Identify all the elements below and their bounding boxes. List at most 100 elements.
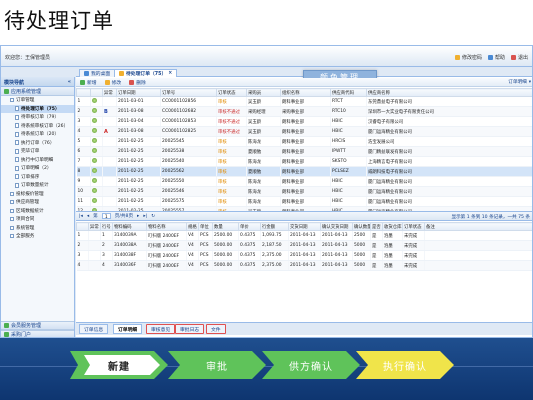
column-header[interactable]	[90, 88, 103, 97]
table-row[interactable]: 8 2011-02-25 20025562 审核 夏顺勉 朗科事业部 PCLSEZ 威朗科技电…	[76, 166, 532, 177]
tab-order-info[interactable]: 订单信息	[79, 324, 109, 334]
column-header[interactable]: 订单状态	[402, 222, 425, 231]
row-checkbox-cell[interactable]	[90, 166, 103, 177]
delete-button[interactable]: 删除	[129, 79, 146, 86]
table-row[interactable]: 2 B 2011-03-08 CC0001102682 审核不通过 采购经理 采购事业部 RT…	[76, 106, 532, 117]
sidebar-item[interactable]: 完毕订单	[1, 147, 74, 156]
column-header[interactable]: 确认数量	[352, 222, 371, 231]
table-row[interactable]: 2 2 3140038A 叮扫版 2400EF V4 PCS 5000.00 0.4375 2,…	[76, 240, 532, 251]
row-checkbox-cell[interactable]	[90, 136, 103, 147]
sidebar-item[interactable]: 订单数量统计	[1, 181, 74, 190]
column-header[interactable]: 数量	[212, 222, 239, 231]
row-checkbox-cell[interactable]	[90, 156, 103, 167]
row-checkbox-cell[interactable]	[90, 146, 103, 157]
sidebar-item[interactable]: 项目合同	[1, 215, 74, 224]
tab-order-lines[interactable]: 订单明细	[113, 324, 143, 334]
column-header[interactable]: 行金额	[260, 222, 289, 231]
column-header[interactable]: 物料编码	[112, 222, 147, 231]
refresh-icon[interactable]: ↻	[151, 214, 155, 219]
sidebar-item[interactable]: 待处理订单（75）	[1, 104, 74, 113]
table-row[interactable]: 9 2011-02-25 20025550 审核 陈海龙 朗科事业部 HBIC 厦门运海精业有…	[76, 176, 532, 187]
row-checkbox-cell[interactable]	[90, 196, 103, 207]
module-icon	[4, 332, 9, 337]
column-header[interactable]: 确认交货日期	[320, 222, 353, 231]
table-row[interactable]: 4 4 3140036F 叮扫版 2400EF V4 PCS 5000.00 0.4375 2,…	[76, 260, 532, 271]
table-cell: 泡墨	[382, 250, 403, 261]
close-icon[interactable]: ×	[168, 71, 172, 76]
row-checkbox-cell[interactable]	[90, 126, 103, 137]
row-checkbox-cell[interactable]	[90, 176, 103, 187]
sidebar-item[interactable]: 订单排序	[1, 173, 74, 182]
table-row[interactable]: 4 A 2011-03-08 CC0001102825 审核不通过 吴玉龄 朗科事业部 HBI…	[76, 126, 532, 137]
column-header[interactable]: 行号	[100, 222, 113, 231]
table-row[interactable]: 5 2011-02-25 20025545 审核 陈海龙 朗科事业部 HRCIS 浩宝发展公司	[76, 136, 532, 147]
pager-info: 显示第 1 条到 10 条记录，一共 75 条	[451, 215, 530, 220]
column-header[interactable]: 交货日期	[288, 222, 321, 231]
table-row[interactable]: 11 2011-02-25 20025575 审核 陈海龙 朗科事业部 HBIC 厦门运海精业…	[76, 196, 532, 207]
column-header[interactable]: 组织名称	[280, 88, 331, 97]
sidebar-item[interactable]: 待系统审核订单（26）	[1, 122, 74, 131]
tab-pending-orders[interactable]: 待处理订单（75） ×	[114, 69, 178, 77]
column-header[interactable]: 订单状态	[216, 88, 247, 97]
column-header[interactable]: 订单日期	[116, 88, 161, 97]
column-header[interactable]: 供应商名称	[366, 88, 532, 97]
sidebar-item[interactable]: 执行中订单明细	[1, 156, 74, 165]
nav-group-member[interactable]: 会员服务管理	[1, 321, 74, 330]
first-page-button[interactable]: |◂	[79, 214, 83, 219]
change-password-link[interactable]: 修改密码	[454, 54, 482, 61]
nav-group-portal[interactable]: 采购门户	[1, 330, 74, 337]
table-row[interactable]: 3 2011-03-04 CC0001102853 审核不通过 吴玉龄 朗科事业部 HBIC…	[76, 116, 532, 127]
table-row[interactable]: 7 2011-02-25 20025540 审核 陈海龙 朗科事业部 SKSTO 上海精言电子…	[76, 156, 532, 167]
column-header[interactable]: 异常	[102, 88, 117, 97]
tab-desktop[interactable]: 我的桌面	[79, 69, 116, 77]
column-header[interactable]: 单价	[238, 222, 261, 231]
sidebar-item[interactable]: 执行订单（76）	[1, 139, 74, 148]
table-row[interactable]: 6 2011-02-25 20025538 审核 夏顺勉 朗科事业部 IPWTT 厦门精益联发…	[76, 146, 532, 157]
column-header[interactable]: 规格	[186, 222, 199, 231]
prev-page-button[interactable]: ◂	[87, 214, 89, 219]
row-checkbox-cell[interactable]	[90, 116, 103, 127]
next-page-button[interactable]: ▸	[137, 214, 139, 219]
row-checkbox-cell[interactable]	[90, 106, 103, 117]
nav-group-system[interactable]: 应用系统管理	[1, 87, 74, 96]
column-header[interactable]: 供应商代码	[330, 88, 367, 97]
column-header[interactable]: 备注	[424, 222, 532, 231]
sidebar-item[interactable]: 待系统订单（20）	[1, 130, 74, 139]
sidebar-item[interactable]: 区域数据统计	[1, 207, 74, 216]
logout-link[interactable]: 退出	[510, 54, 528, 61]
sidebar-item[interactable]: 全部服务	[1, 232, 74, 241]
table-row[interactable]: 3 3 3140038F 叮扫版 2400EF V4 PCS 5000.00 0.4375 2,…	[76, 250, 532, 261]
sidebar-item[interactable]: 系统管理	[1, 224, 74, 233]
row-checkbox-cell[interactable]	[90, 96, 103, 107]
column-header[interactable]: 物料名称	[146, 222, 187, 231]
tab-files[interactable]: 文件	[206, 324, 226, 334]
tab-approval-log[interactable]: 审批日志	[175, 324, 205, 334]
sidebar-item[interactable]: 待审核订单（79）	[1, 113, 74, 122]
column-header[interactable]	[76, 222, 89, 231]
supplier-code: PCLSEZ	[330, 166, 367, 177]
help-link[interactable]: 帮助	[487, 54, 505, 61]
row-checkbox-cell[interactable]	[90, 186, 103, 197]
sidebar-item[interactable]: 供应商管理	[1, 198, 74, 207]
edit-button[interactable]: 修改	[104, 79, 121, 86]
column-header[interactable]: 是否	[370, 222, 383, 231]
table-row[interactable]: 1 2011-03-01 CC0001102856 审核 吴玉龄 朗科事业部 RTCT 东莞鼎…	[76, 96, 532, 107]
column-header[interactable]	[76, 88, 91, 97]
page-number-input[interactable]: 1	[101, 213, 111, 219]
top-links: 修改密码 帮助 退出	[454, 54, 528, 61]
last-page-button[interactable]: ▸|	[143, 214, 147, 219]
table-row[interactable]: 10 2011-02-25 20025546 审核 陈海龙 朗科事业部 HBIC 厦门运海精业…	[76, 186, 532, 197]
sidebar-item[interactable]: 订单管理	[1, 96, 74, 105]
tab-review-comments[interactable]: 审核意见	[146, 324, 176, 334]
column-header[interactable]: 单位	[198, 222, 213, 231]
sidebar-item[interactable]: 投标报价管理	[1, 190, 74, 199]
column-header[interactable]: 采购员	[246, 88, 281, 97]
order-detail-toggle[interactable]: 订单明细 ▾	[508, 79, 531, 86]
table-row[interactable]: 1 1 3140039A 叮扫版 2400EF V4 PCS 2500.00 0.4375 1,…	[76, 230, 532, 241]
column-header[interactable]: 订单号	[160, 88, 217, 97]
sidebar-item[interactable]: 订单明细（2）	[1, 164, 74, 173]
column-header[interactable]: 异常	[88, 222, 101, 231]
column-header[interactable]: 收货仓库	[382, 222, 403, 231]
collapse-icon[interactable]: «	[68, 79, 71, 85]
add-button[interactable]: 新增	[80, 79, 97, 86]
